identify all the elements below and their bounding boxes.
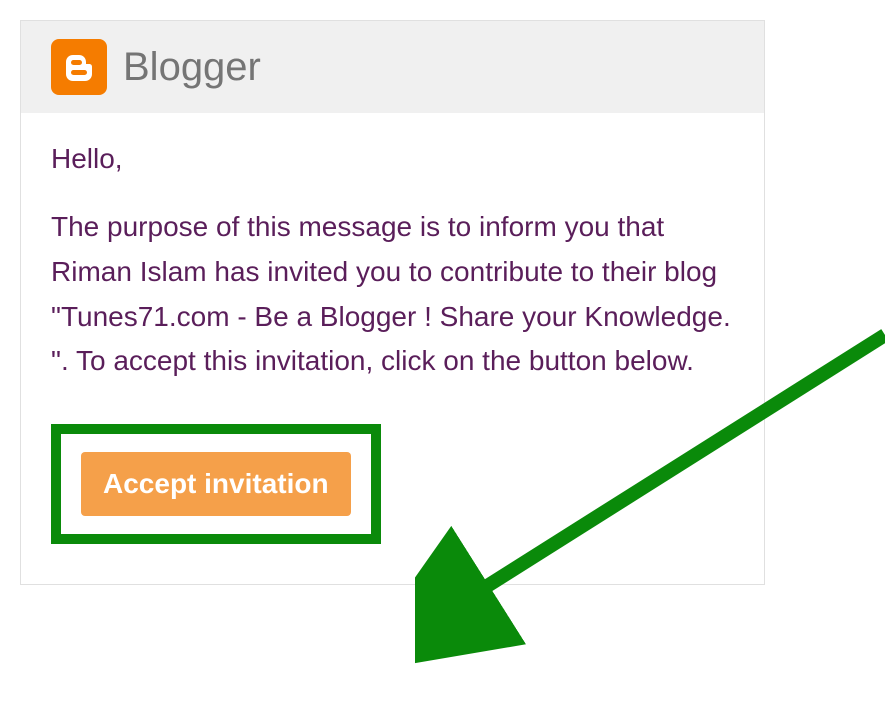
email-body: Hello, The purpose of this message is to… (21, 113, 764, 584)
email-card: Blogger Hello, The purpose of this messa… (20, 20, 765, 585)
blogger-logo-icon (51, 39, 107, 95)
invitation-message: The purpose of this message is to inform… (51, 205, 734, 384)
email-container: Blogger Hello, The purpose of this messa… (20, 20, 765, 585)
button-highlight-box: Accept invitation (51, 424, 381, 544)
accept-invitation-button[interactable]: Accept invitation (81, 452, 351, 516)
greeting-text: Hello, (51, 143, 734, 175)
blogger-brand-text: Blogger (123, 45, 261, 90)
email-header: Blogger (21, 21, 764, 113)
